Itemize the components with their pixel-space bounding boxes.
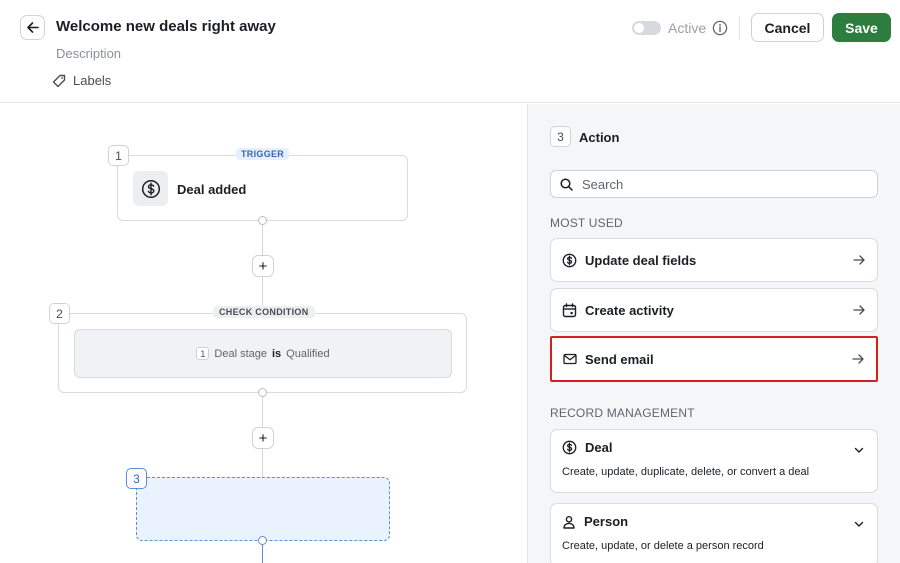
trigger-badge: TRIGGER (236, 148, 290, 160)
header-divider (739, 16, 740, 40)
check-condition-badge: CHECK CONDITION (213, 306, 315, 318)
arrow-left-icon (27, 22, 39, 33)
trigger-icon-box (133, 171, 168, 206)
condition-rule-number: 1 (196, 347, 210, 360)
record-person[interactable]: Person Create, update, or delete a perso… (550, 503, 878, 563)
search-box[interactable] (550, 170, 878, 198)
record-management-heading: RECORD MANAGEMENT (550, 406, 695, 420)
add-step-button[interactable]: + (252, 255, 274, 277)
panel-step-number: 3 (550, 126, 571, 147)
step-number-1: 1 (108, 145, 129, 166)
condition-field: Deal stage (214, 347, 267, 360)
workflow-canvas[interactable]: Deal added 1 TRIGGER + 1 Deal stage is Q… (0, 104, 527, 563)
connector-dot[interactable] (258, 216, 267, 225)
dollar-circle-icon (141, 179, 160, 198)
connector-line (262, 545, 263, 563)
dollar-circle-icon (562, 253, 577, 267)
record-header: Deal (562, 440, 612, 455)
trigger-card[interactable]: Deal added (117, 155, 408, 221)
condition-rule[interactable]: 1 Deal stage is Qualified (74, 329, 452, 378)
mail-icon (563, 353, 577, 365)
description-field[interactable]: Description (56, 46, 121, 61)
panel-title: Action (579, 130, 620, 145)
back-button[interactable] (20, 15, 45, 40)
new-action-placeholder[interactable] (136, 477, 390, 541)
arrow-right-icon (853, 255, 865, 265)
labels-text: Labels (73, 73, 112, 88)
search-input[interactable] (582, 176, 862, 192)
record-deal[interactable]: Deal Create, update, duplicate, delete, … (550, 429, 878, 493)
action-create-activity[interactable]: Create activity (550, 288, 878, 332)
person-icon (563, 515, 575, 529)
record-title: Deal (585, 440, 613, 455)
save-button[interactable]: Save (832, 13, 891, 42)
step-number-3: 3 (126, 468, 147, 489)
labels-button[interactable]: Labels (52, 73, 111, 88)
record-title: Person (584, 514, 629, 529)
record-description: Create, update, duplicate, delete, or co… (562, 466, 810, 478)
calendar-icon (562, 302, 577, 317)
arrow-right-icon (853, 305, 865, 315)
condition-operator: is (271, 347, 282, 360)
active-label: Active (668, 20, 707, 36)
chevron-down-icon[interactable] (853, 444, 865, 456)
step-number-2: 2 (49, 303, 70, 324)
action-update-deal-fields[interactable]: Update deal fields (550, 238, 878, 282)
search-icon (560, 177, 573, 191)
header: Welcome new deals right away Description… (0, 0, 900, 103)
arrow-right-icon (852, 354, 864, 364)
active-toggle[interactable] (632, 21, 661, 35)
cancel-button[interactable]: Cancel (751, 13, 824, 42)
info-icon[interactable] (712, 20, 728, 36)
connector-dot[interactable] (258, 536, 267, 545)
action-label: Send email (585, 351, 654, 367)
action-send-email[interactable]: Send email (550, 336, 878, 382)
connector-dot[interactable] (258, 388, 267, 397)
trigger-label: Deal added (177, 182, 247, 197)
page-title[interactable]: Welcome new deals right away (56, 18, 276, 35)
add-step-button[interactable]: + (252, 427, 274, 449)
chevron-down-icon[interactable] (853, 518, 865, 530)
action-panel: 3 Action MOST USED Update deal fields Cr… (527, 104, 900, 563)
condition-card[interactable]: 1 Deal stage is Qualified (58, 313, 467, 393)
tag-icon (52, 74, 66, 87)
action-label: Create activity (585, 302, 674, 318)
dollar-circle-icon (562, 440, 577, 455)
condition-value: Qualified (286, 347, 330, 360)
most-used-heading: MOST USED (550, 216, 623, 230)
action-label: Update deal fields (585, 252, 697, 268)
record-header: Person (562, 514, 628, 529)
record-description: Create, update, or delete a person recor… (562, 540, 764, 552)
